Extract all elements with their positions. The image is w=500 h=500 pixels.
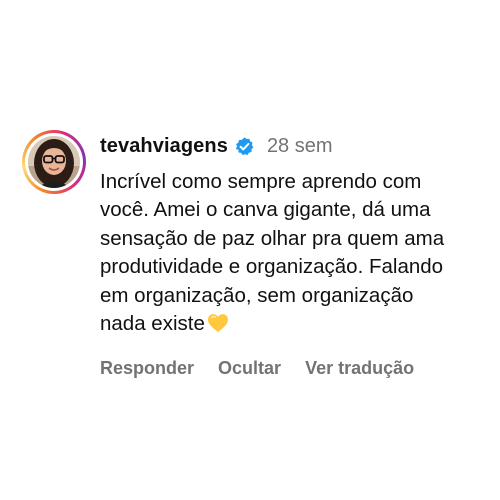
comment-time: 28 sem — [266, 134, 333, 157]
comment-body: Incrível como sempre aprendo com você. A… — [100, 168, 495, 338]
avatar-photo — [28, 136, 80, 188]
username[interactable]: tevahviagens — [100, 135, 228, 158]
avatar-story-ring-gap — [25, 133, 83, 191]
see-translation-button[interactable]: Ver tradução — [305, 358, 414, 379]
hide-button[interactable]: Ocultar — [218, 358, 281, 379]
reply-button[interactable]: Responder — [100, 358, 194, 379]
verified-badge-icon — [235, 136, 254, 155]
comment-header: tevahviagens 28 sem — [100, 130, 495, 162]
yellow-heart-icon — [207, 314, 228, 333]
comment-text: Incrível como sempre aprendo com você. A… — [100, 170, 445, 336]
comment-content: tevahviagens 28 sem Incrível como sempre… — [100, 130, 495, 379]
avatar[interactable] — [22, 130, 86, 194]
comment-actions: Responder Ocultar Ver tradução — [100, 358, 495, 379]
